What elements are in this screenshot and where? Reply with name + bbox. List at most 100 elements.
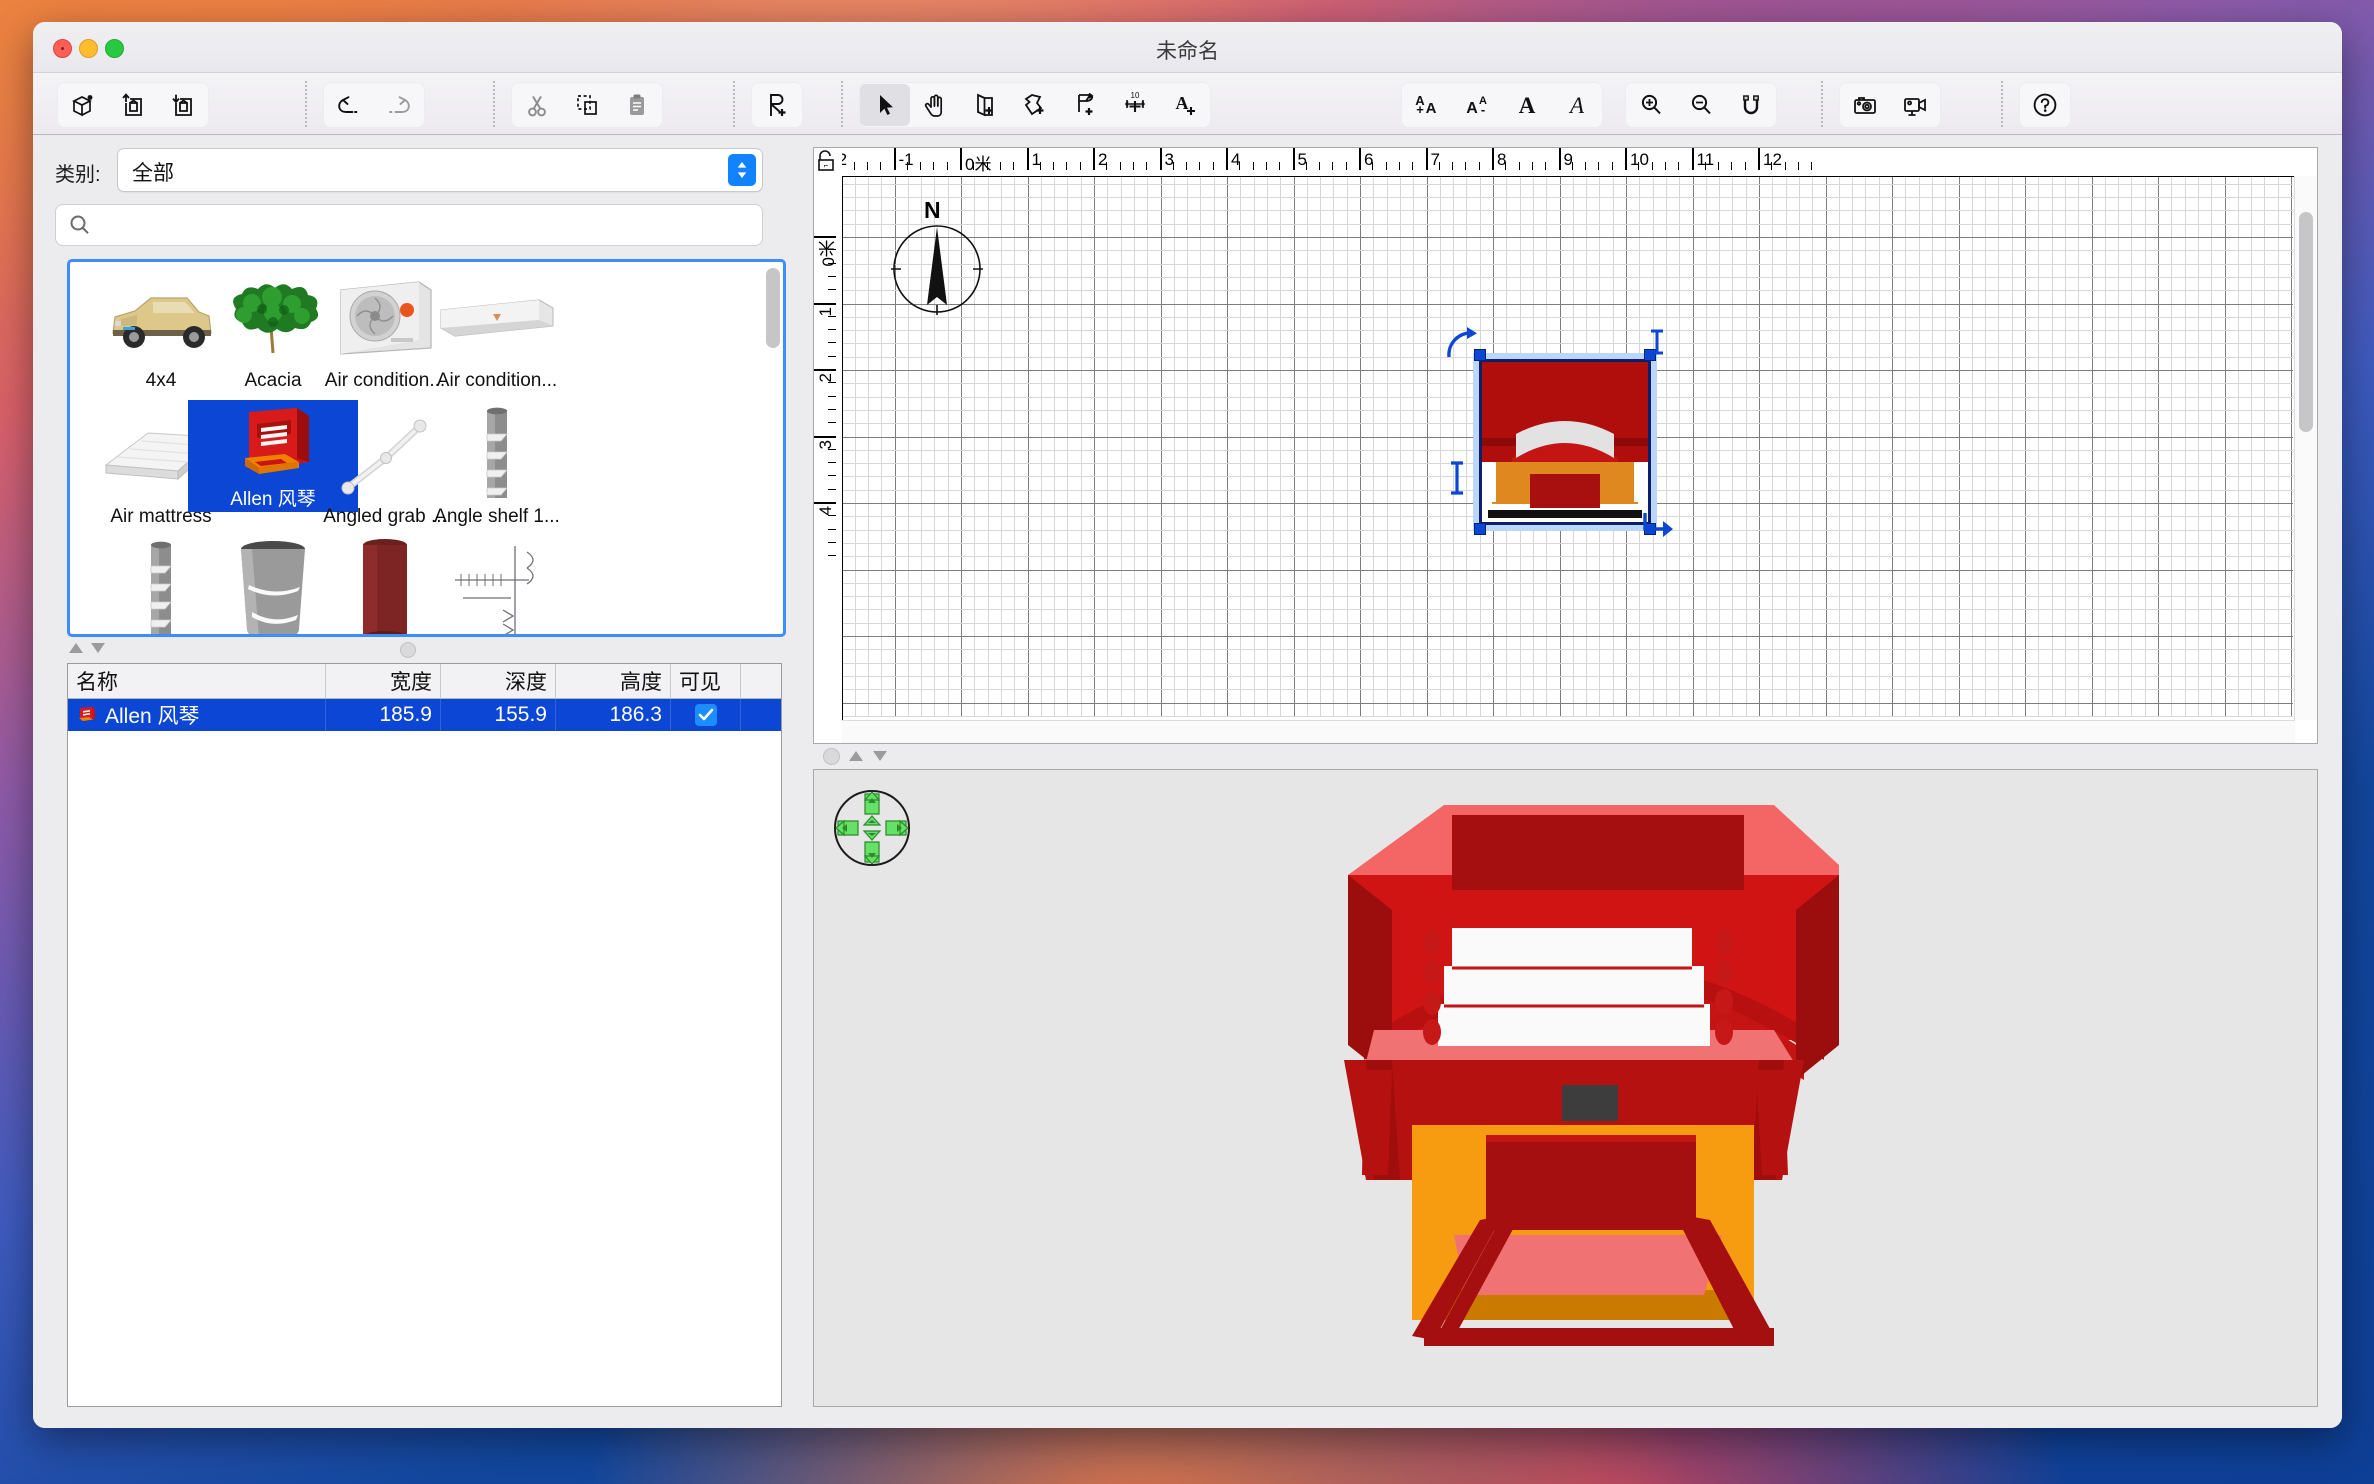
svg-text:A: A	[1426, 100, 1437, 117]
catalog-scrollbar-thumb[interactable]	[766, 268, 780, 348]
toggle-italic-button[interactable]: A	[1552, 84, 1602, 126]
ruler-minor-tick	[1545, 162, 1547, 170]
select-tool-button[interactable]	[860, 84, 910, 126]
ruler-tick-label: 4	[816, 506, 835, 516]
svg-text:-: -	[1481, 102, 1485, 117]
plan-vertical-scrollbar[interactable]	[2294, 176, 2317, 720]
column-header-visible[interactable]: 可见	[671, 664, 741, 698]
ruler-minor-tick	[1718, 162, 1720, 170]
ruler-major-tick	[1425, 148, 1428, 170]
redo-button[interactable]	[374, 84, 424, 126]
catalog-search-box[interactable]	[55, 204, 763, 247]
selected-furniture-in-plan[interactable]	[1447, 327, 1673, 537]
create-dimensions-button[interactable]: 10	[1110, 84, 1160, 126]
new-home-button[interactable]	[58, 84, 108, 126]
create-polyline-icon	[1078, 92, 1094, 115]
ruler-minor-tick	[828, 475, 836, 477]
catalog-item-angle-shelf-1[interactable]: Angle shelf 1...	[412, 404, 582, 532]
add-furniture-button[interactable]	[752, 84, 802, 126]
ruler-minor-tick	[1744, 162, 1746, 170]
increase-text-size-button[interactable]: A A +	[1402, 84, 1452, 126]
open-home-button[interactable]	[108, 84, 158, 126]
plan-canvas[interactable]: N	[843, 177, 2294, 720]
collapse-plan-icon[interactable]	[847, 748, 865, 769]
navigation-pad[interactable]	[832, 788, 912, 868]
ruler-minor-tick	[1265, 162, 1267, 170]
ruler-major-tick	[1159, 148, 1162, 170]
ruler-minor-tick	[1571, 162, 1573, 170]
create-video-button[interactable]	[1890, 84, 1940, 126]
grid-line-horizontal	[843, 569, 2293, 571]
save-home-button[interactable]	[158, 84, 208, 126]
plan-vertical-scrollbar-thumb[interactable]	[2299, 212, 2313, 432]
ruler-corner: ⌐	[814, 148, 843, 177]
collapse-3d-icon[interactable]	[871, 748, 889, 769]
zoom-in-button[interactable]	[1626, 84, 1676, 126]
magnetism-toggle-button[interactable]	[1726, 84, 1776, 126]
search-icon	[68, 213, 92, 242]
ruler-major-tick	[1026, 148, 1029, 170]
pan-tool-button[interactable]	[910, 84, 960, 126]
visible-checkbox[interactable]	[694, 704, 717, 726]
ruler-minor-tick	[1518, 162, 1520, 170]
zoom-out-button[interactable]	[1676, 84, 1726, 126]
paste-button[interactable]	[612, 84, 662, 126]
application-window: 未命名 10 A A A + A A - A A 类别: 全部 4x4 Acac…	[33, 22, 2342, 1428]
create-photo-button[interactable]	[1840, 84, 1890, 126]
search-input[interactable]	[98, 205, 752, 247]
toggle-bold-button[interactable]: A	[1502, 84, 1552, 126]
category-select[interactable]: 全部	[117, 148, 763, 192]
sort-descending-icon[interactable]	[89, 640, 107, 661]
main-content: 类别: 全部 4x4 Acacia Air condition... Air c…	[33, 135, 2342, 1428]
split-pane-divider-knob[interactable]	[400, 642, 416, 658]
cell-visible[interactable]	[671, 699, 741, 731]
vertical-ruler: 0米 1 2 3 4	[814, 176, 843, 720]
create-polylines-button[interactable]	[1060, 84, 1110, 126]
elevation-handle-icon	[1651, 329, 1663, 355]
create-walls-button[interactable]	[960, 84, 1010, 126]
sort-ascending-icon[interactable]	[67, 640, 85, 661]
text-size-group: A A + A A - A A	[1401, 82, 1603, 128]
ruler-minor-tick	[828, 329, 836, 331]
ruler-minor-tick	[1505, 162, 1507, 170]
selection-handle-bottom-left[interactable]	[1474, 523, 1486, 535]
ruler-minor-tick	[828, 355, 836, 357]
italic-icon: A	[1568, 93, 1585, 118]
column-header-name[interactable]: 名称	[68, 664, 326, 698]
grid-line-horizontal	[843, 542, 2293, 544]
compass[interactable]: N	[891, 197, 983, 315]
cell-width: 185.9	[326, 699, 441, 731]
plan-3d-divider-knob[interactable]	[823, 748, 840, 765]
right-panel: ⌐ -2-10米123456789101112 0米1234 N	[783, 135, 2342, 1428]
furniture-catalog[interactable]: 4x4 Acacia Air condition... Air conditio…	[67, 259, 786, 637]
cut-button[interactable]	[512, 84, 562, 126]
copy-button[interactable]	[562, 84, 612, 126]
ruler-minor-tick	[920, 162, 922, 170]
grid-line-horizontal	[843, 649, 2293, 651]
decrease-text-size-button[interactable]: A A -	[1452, 84, 1502, 126]
column-header-height[interactable]: 高度	[556, 664, 671, 698]
ruler-minor-tick	[1039, 162, 1041, 170]
svg-text:⌐: ⌐	[824, 161, 829, 170]
plan-horizontal-scrollbar[interactable]	[842, 720, 2295, 743]
catalog-item-air-conditioner-split[interactable]: Air condition...	[412, 268, 582, 396]
ruler-minor-tick	[828, 249, 836, 251]
plan-view[interactable]: ⌐ -2-10米123456789101112 0米1234 N	[813, 147, 2318, 744]
furniture-list-table[interactable]: 名称 宽度 深度 高度 可见 Allen 风琴 185.9 155.9 186.…	[67, 663, 782, 1407]
help-button[interactable]	[2020, 84, 2070, 126]
ruler-minor-tick	[1212, 162, 1214, 170]
column-header-depth[interactable]: 深度	[441, 664, 556, 698]
ruler-minor-tick	[1678, 162, 1680, 170]
help-group	[2019, 82, 2071, 128]
ruler-minor-tick	[1132, 162, 1134, 170]
create-rooms-button[interactable]	[1010, 84, 1060, 126]
3d-view[interactable]	[813, 769, 2318, 1407]
ruler-minor-tick	[1412, 162, 1414, 170]
catalog-item-antenna[interactable]	[412, 540, 582, 634]
ruler-minor-tick	[1239, 162, 1241, 170]
add-text-button[interactable]: A	[1160, 84, 1210, 126]
undo-button[interactable]	[324, 84, 374, 126]
column-header-width[interactable]: 宽度	[326, 664, 441, 698]
ruler-minor-tick	[828, 488, 836, 490]
table-row[interactable]: Allen 风琴 185.9 155.9 186.3	[68, 699, 781, 731]
